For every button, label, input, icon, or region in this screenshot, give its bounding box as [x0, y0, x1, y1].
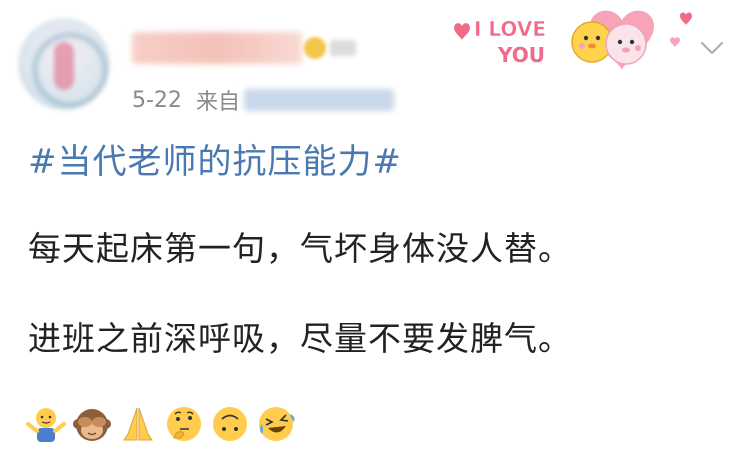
emoji-row	[26, 404, 296, 444]
verified-badge-icon	[304, 37, 326, 59]
post-text-line: 进班之前深呼吸，尽量不要发脾气。	[28, 319, 572, 358]
member-tag-icon	[330, 40, 356, 56]
username-blurred[interactable]	[132, 32, 302, 64]
thinking-face-emoji-icon	[167, 407, 201, 441]
topic-hashtag-link[interactable]: #当代老师的抗压能力#	[28, 134, 402, 183]
post-text-line: 每天起床第一句，气坏身体没人替。	[28, 229, 572, 268]
upside-down-face-emoji-icon	[213, 407, 247, 441]
post-date: 5-22	[132, 87, 182, 113]
small-heart-icon	[680, 12, 692, 25]
weibo-post: 5-22 来自 I LOVE YOU #当代老师的抗压能力# 每天起床第一句，气…	[0, 0, 750, 457]
source-prefix: 来自	[195, 90, 240, 115]
deco-text-line2: YOU	[497, 43, 545, 67]
love-you-decoration: I LOVE YOU	[454, 10, 692, 71]
small-heart-icon	[670, 37, 680, 47]
small-heart-icon	[454, 23, 470, 40]
folded-hands-emoji-icon	[123, 407, 153, 441]
avatar[interactable]	[18, 18, 110, 110]
shrug-emoji-icon	[26, 408, 66, 442]
source-device-blurred	[243, 89, 394, 111]
chevron-down-icon[interactable]	[698, 38, 726, 58]
post-meta: 5-22 来自	[132, 84, 394, 116]
avatar-figure	[54, 42, 74, 90]
pink-chick-icon	[605, 23, 647, 65]
rolling-laughing-emoji-icon	[259, 407, 295, 441]
deco-text-line1: I LOVE	[474, 17, 546, 41]
see-no-evil-monkey-emoji-icon	[73, 409, 111, 441]
